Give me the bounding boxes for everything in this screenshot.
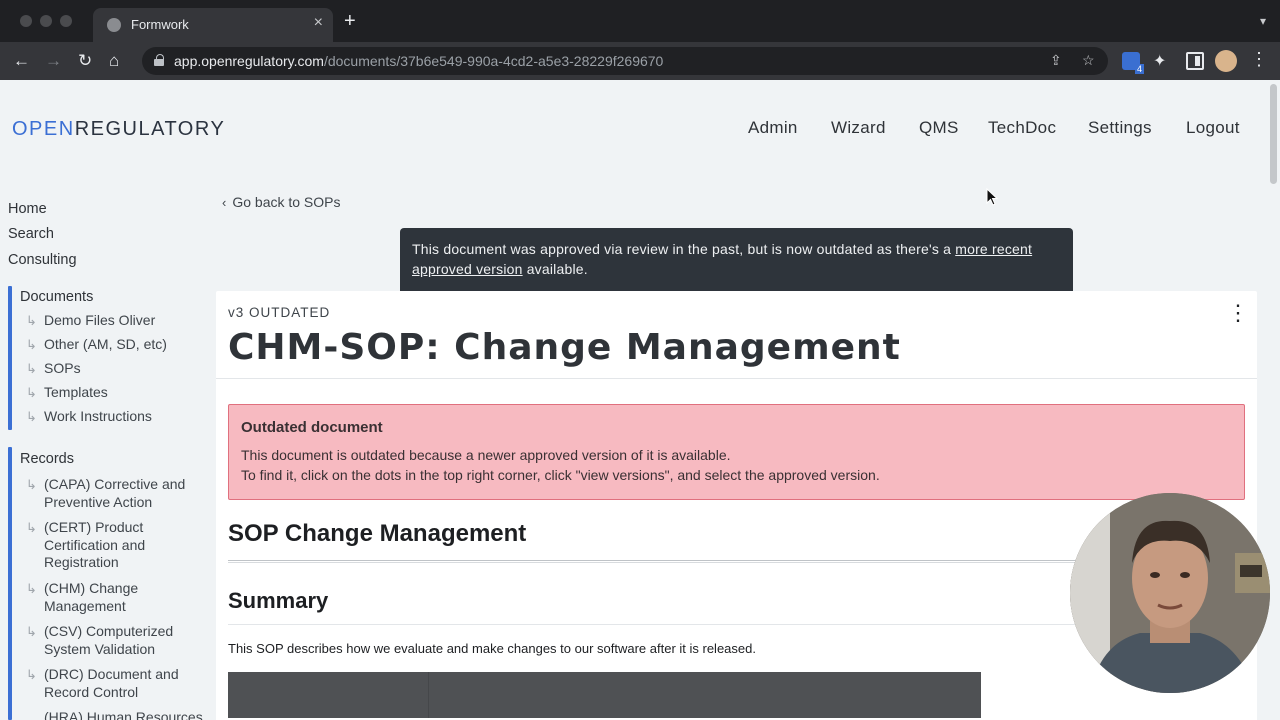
nav-techdoc[interactable]: TechDoc — [988, 118, 1056, 138]
presenter-video — [1070, 493, 1270, 693]
outdated-version-banner: This document was approved via review in… — [400, 228, 1073, 291]
nav-wizard[interactable]: Wizard — [831, 118, 886, 138]
back-to-sops-link[interactable]: ‹ Go back to SOPs — [222, 194, 341, 210]
window-zoom-dot[interactable] — [60, 15, 72, 27]
window-minimize-dot[interactable] — [40, 15, 52, 27]
table-column-divider — [428, 672, 429, 718]
sidebar-item-csv[interactable]: (CSV) Computerized System Validation — [44, 623, 204, 658]
reload-icon[interactable]: ↻ — [78, 51, 92, 71]
sidebar-item-chm[interactable]: (CHM) Change Management — [44, 580, 204, 615]
new-tab-button[interactable]: + — [344, 11, 356, 31]
summary-paragraph: This SOP describes how we evaluate and m… — [228, 641, 756, 656]
alert-title: Outdated document — [241, 419, 383, 436]
extensions-puzzle-icon[interactable]: ✦ — [1153, 51, 1171, 70]
share-icon[interactable]: ⇪ — [1050, 52, 1062, 69]
sub-arrow-icon: ↳ — [26, 581, 37, 596]
mouse-cursor-icon — [986, 188, 999, 206]
sub-arrow-icon: ↳ — [26, 667, 37, 682]
lock-icon[interactable] — [154, 54, 164, 66]
document-menu-dots-icon[interactable]: ⋮ — [1227, 302, 1249, 324]
window-close-dot[interactable] — [20, 15, 32, 27]
sidebar-item-capa[interactable]: (CAPA) Corrective and Preventive Action — [44, 476, 204, 511]
sidebar-item-demo-files[interactable]: Demo Files Oliver — [44, 312, 204, 330]
sidebar-item-home[interactable]: Home — [8, 201, 47, 217]
sidebar-item-consulting[interactable]: Consulting — [8, 252, 77, 268]
browser-toolbar: ← → ↻ ⌂ app.openregulatory.com/documents… — [0, 42, 1280, 80]
sub-arrow-icon: ↳ — [26, 313, 37, 328]
document-title: CHM-SOP: Change Management — [228, 327, 901, 368]
browser-menu-icon[interactable]: ⋮ — [1250, 49, 1268, 69]
heading-rule — [228, 560, 1108, 563]
section-heading: SOP Change Management — [228, 520, 527, 547]
sub-arrow-icon: ↳ — [26, 409, 37, 424]
heading-rule — [228, 624, 1108, 625]
sub-arrow-icon: ↳ — [26, 520, 37, 535]
url-text[interactable]: app.openregulatory.com/documents/37b6e54… — [174, 53, 663, 69]
tab-search-chevron-icon[interactable]: ▾ — [1260, 14, 1266, 28]
divider — [216, 378, 1257, 379]
sidebar-group-records[interactable]: Records — [20, 451, 74, 467]
alert-line: This document is outdated because a newe… — [241, 447, 731, 463]
sidebar-item-other[interactable]: Other (AM, SD, etc) — [44, 336, 204, 354]
nav-qms[interactable]: QMS — [919, 118, 959, 138]
sub-arrow-icon: ↳ — [26, 337, 37, 352]
sidebar-group-documents[interactable]: Documents — [20, 289, 93, 305]
sub-arrow-icon: ↳ — [26, 624, 37, 639]
records-group-indicator — [8, 447, 12, 720]
sub-arrow-icon: ↳ — [26, 385, 37, 400]
sidebar-item-search[interactable]: Search — [8, 226, 54, 242]
sidebar-item-hra[interactable]: (HRA) Human Resources — [44, 709, 204, 720]
browser-tab[interactable]: Formwork × — [93, 8, 333, 42]
documents-group-indicator — [8, 286, 12, 430]
openregulatory-logo[interactable]: OPENREGULATORY — [12, 118, 225, 141]
back-arrow-icon[interactable]: ← — [13, 51, 30, 71]
tab-title: Formwork — [131, 17, 189, 32]
home-icon[interactable]: ⌂ — [109, 51, 119, 71]
globe-icon — [107, 18, 121, 32]
summary-heading: Summary — [228, 588, 329, 613]
close-tab-icon[interactable]: × — [314, 14, 323, 32]
browser-tab-bar: Formwork × + ▾ — [0, 0, 1280, 42]
chevron-left-icon: ‹ — [222, 195, 227, 210]
bookmark-star-icon[interactable]: ☆ — [1082, 52, 1095, 69]
sidebar-item-templates[interactable]: Templates — [44, 384, 204, 402]
forward-arrow-icon[interactable]: → — [45, 51, 62, 71]
sidebar-item-cert[interactable]: (CERT) Product Certification and Registr… — [44, 519, 204, 572]
sidebar-item-sops[interactable]: SOPs — [44, 360, 204, 378]
table-header — [228, 672, 981, 718]
alert-line: To find it, click on the dots in the top… — [241, 466, 880, 483]
nav-settings[interactable]: Settings — [1088, 118, 1152, 138]
address-bar[interactable]: app.openregulatory.com/documents/37b6e54… — [142, 47, 1108, 75]
version-label: v3 OUTDATED — [228, 305, 331, 320]
outdated-document-alert: Outdated document This document is outda… — [228, 404, 1245, 500]
profile-avatar[interactable] — [1215, 50, 1237, 72]
nav-admin[interactable]: Admin — [748, 118, 798, 138]
sidebar-item-drc[interactable]: (DRC) Document and Record Control — [44, 666, 204, 701]
webcam-overlay — [1070, 493, 1270, 693]
sidebar-item-work-instructions[interactable]: Work Instructions — [44, 408, 204, 426]
sub-arrow-icon: ↳ — [26, 361, 37, 376]
nav-logout[interactable]: Logout — [1186, 118, 1240, 138]
bitwarden-extension-icon[interactable]: 4 — [1122, 52, 1144, 74]
page-scrollbar[interactable] — [1270, 84, 1277, 184]
side-panel-icon[interactable] — [1186, 52, 1204, 70]
sub-arrow-icon: ↳ — [26, 477, 37, 492]
